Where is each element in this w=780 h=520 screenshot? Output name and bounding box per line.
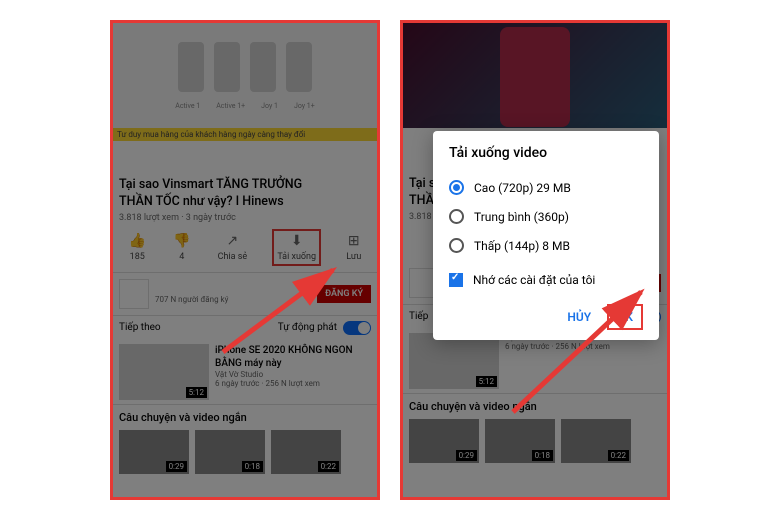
phone-left-screenshot: Active 1Active 1+Joy 1Joy 1+ Tư duy mua … (110, 20, 380, 500)
radio-selected-icon (449, 180, 464, 195)
phone-right-screenshot: Tại saTHẦ 3.818 ÐĂNG KÝ Tiếp 5:12 Vật Vờ… (400, 20, 670, 500)
ok-button[interactable]: OK (607, 304, 643, 330)
remember-checkbox[interactable]: Nhớ các cài đặt của tôi (449, 266, 643, 294)
checkbox-checked-icon (449, 273, 463, 287)
quality-option-360p[interactable]: Trung bình (360p) (449, 202, 643, 231)
radio-icon (449, 209, 464, 224)
quality-option-144p[interactable]: Thấp (144p) 8 MB (449, 231, 643, 260)
dim-overlay (113, 23, 377, 497)
download-modal: Tải xuống video Cao (720p) 29 MB Trung b… (433, 131, 659, 340)
modal-title: Tải xuống video (449, 145, 643, 161)
quality-option-720p[interactable]: Cao (720p) 29 MB (449, 173, 643, 202)
radio-icon (449, 238, 464, 253)
cancel-button[interactable]: HỦY (559, 304, 599, 330)
